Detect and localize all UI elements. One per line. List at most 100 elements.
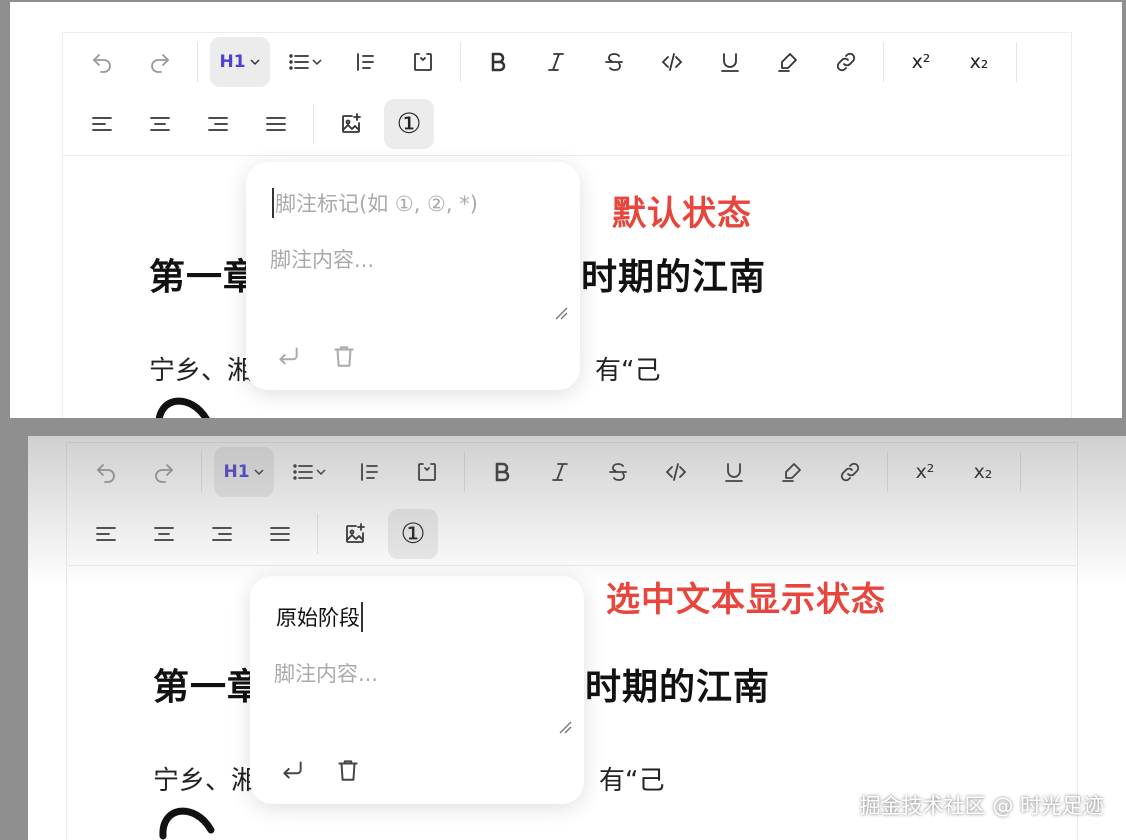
paragraph-text-start: 宁乡、湘 bbox=[149, 356, 254, 386]
toolbar-row-1: H1 x² x₂ bbox=[77, 443, 1029, 501]
callout-label: 选中文本显示状态 bbox=[606, 580, 886, 620]
undo-button[interactable] bbox=[77, 37, 127, 87]
highlight-button[interactable] bbox=[763, 37, 813, 87]
undo-icon bbox=[92, 54, 111, 73]
inline-code-button[interactable] bbox=[651, 447, 701, 497]
image-add-icon bbox=[346, 523, 365, 543]
delete-button[interactable] bbox=[326, 338, 362, 374]
delete-button[interactable] bbox=[330, 752, 366, 788]
insert-image-button[interactable] bbox=[330, 509, 380, 559]
insert-image-button[interactable] bbox=[326, 99, 376, 149]
footnote-content-textarea[interactable]: 脚注内容... bbox=[270, 244, 374, 274]
footnote-actions bbox=[274, 752, 386, 788]
strikethrough-button[interactable] bbox=[593, 447, 643, 497]
code-block-button[interactable] bbox=[398, 37, 448, 87]
code-icon bbox=[661, 53, 683, 71]
align-justify-icon bbox=[270, 527, 290, 541]
superscript-button[interactable]: x² bbox=[896, 37, 946, 87]
link-button[interactable] bbox=[821, 37, 871, 87]
underline-button[interactable] bbox=[705, 37, 755, 87]
highlighter-icon bbox=[782, 463, 801, 482]
chevron-down-icon bbox=[316, 469, 326, 476]
footnote-button[interactable]: ① bbox=[388, 509, 438, 559]
heading-dropdown-button[interactable]: H1 bbox=[214, 447, 274, 497]
strikethrough-button[interactable] bbox=[589, 37, 639, 87]
subscript-label: x₂ bbox=[973, 461, 993, 483]
align-left-button[interactable] bbox=[81, 509, 131, 559]
superscript-button[interactable]: x² bbox=[900, 447, 950, 497]
code-block-icon bbox=[414, 53, 432, 71]
highlight-button[interactable] bbox=[767, 447, 817, 497]
subscript-button[interactable]: x₂ bbox=[954, 37, 1004, 87]
footnote-mark-input[interactable]: 原始阶段 bbox=[276, 602, 364, 632]
editor-toolbar: H1 x² x₂ ① bbox=[67, 443, 1077, 566]
footnote-content-textarea[interactable]: 脚注内容... bbox=[274, 658, 378, 688]
code-block-button[interactable] bbox=[402, 447, 452, 497]
bold-button[interactable] bbox=[473, 37, 523, 87]
link-icon bbox=[836, 52, 856, 72]
watermark: 掘金技术社区 @ 时光足迹 bbox=[859, 794, 1104, 818]
paragraph-text-end: 有“己 bbox=[599, 766, 665, 796]
link-button[interactable] bbox=[825, 447, 875, 497]
footnote-button[interactable]: ① bbox=[384, 99, 434, 149]
footnote-mark-input[interactable]: 脚注标记(如 ①, ②, *) bbox=[272, 188, 478, 218]
chevron-down-icon bbox=[250, 59, 260, 66]
undo-button[interactable] bbox=[81, 447, 131, 497]
blockquote-button[interactable] bbox=[340, 37, 390, 87]
footnote-popover: 脚注标记(如 ①, ②, *) 脚注内容... bbox=[246, 162, 580, 390]
footnote-content-placeholder: 脚注内容... bbox=[270, 248, 375, 272]
italic-icon bbox=[552, 463, 568, 481]
code-icon bbox=[665, 463, 687, 481]
enter-icon bbox=[283, 761, 302, 779]
chapter-heading-start: 第一章 bbox=[149, 257, 261, 298]
footnote-icon: ① bbox=[400, 517, 426, 550]
list-dropdown-button[interactable] bbox=[278, 37, 332, 87]
subscript-label: x₂ bbox=[969, 51, 989, 73]
align-right-button[interactable] bbox=[197, 509, 247, 559]
handwriting-image bbox=[155, 397, 210, 418]
italic-button[interactable] bbox=[531, 37, 581, 87]
align-right-button[interactable] bbox=[193, 99, 243, 149]
chevron-down-icon bbox=[254, 469, 264, 476]
strikethrough-icon bbox=[609, 463, 627, 481]
footnote-icon: ① bbox=[396, 107, 422, 140]
editor-toolbar: H1 x² x₂ ① bbox=[63, 33, 1071, 156]
underline-button[interactable] bbox=[709, 447, 759, 497]
align-justify-button[interactable] bbox=[251, 99, 301, 149]
list-dropdown-button[interactable] bbox=[282, 447, 336, 497]
blockquote-button[interactable] bbox=[344, 447, 394, 497]
footnote-mark-value: 原始阶段 bbox=[276, 606, 360, 630]
italic-icon bbox=[548, 53, 564, 71]
callout-label: 默认状态 bbox=[612, 194, 752, 234]
subscript-button[interactable]: x₂ bbox=[958, 447, 1008, 497]
redo-button[interactable] bbox=[135, 37, 185, 87]
bold-button[interactable] bbox=[477, 447, 527, 497]
footnote-mark-placeholder: 脚注标记(如 ①, ②, *) bbox=[275, 192, 478, 216]
align-justify-button[interactable] bbox=[255, 509, 305, 559]
align-left-button[interactable] bbox=[77, 99, 127, 149]
bold-icon bbox=[495, 462, 510, 482]
code-block-icon bbox=[418, 463, 436, 481]
resize-grip-icon[interactable] bbox=[552, 304, 568, 320]
confirm-button[interactable] bbox=[274, 752, 310, 788]
footnote-content-placeholder: 脚注内容... bbox=[274, 662, 379, 686]
redo-button[interactable] bbox=[139, 447, 189, 497]
handwriting-image bbox=[159, 807, 215, 840]
inline-code-button[interactable] bbox=[647, 37, 697, 87]
resize-grip-icon[interactable] bbox=[556, 718, 572, 734]
align-center-button[interactable] bbox=[139, 509, 189, 559]
toolbar-separator bbox=[460, 42, 461, 82]
align-center-button[interactable] bbox=[135, 99, 185, 149]
footnote-popover: 原始阶段 脚注内容... bbox=[250, 576, 584, 804]
toolbar-separator bbox=[197, 42, 198, 82]
image-add-icon bbox=[342, 113, 361, 133]
align-center-icon bbox=[150, 117, 170, 131]
trash-icon bbox=[338, 760, 358, 781]
align-left-icon bbox=[96, 527, 116, 541]
toolbar-row-1: H1 x² x₂ bbox=[73, 33, 1025, 91]
italic-button[interactable] bbox=[535, 447, 585, 497]
toolbar-separator bbox=[883, 42, 884, 82]
confirm-button[interactable] bbox=[270, 338, 306, 374]
heading-dropdown-button[interactable]: H1 bbox=[210, 37, 270, 87]
align-right-icon bbox=[212, 527, 232, 541]
